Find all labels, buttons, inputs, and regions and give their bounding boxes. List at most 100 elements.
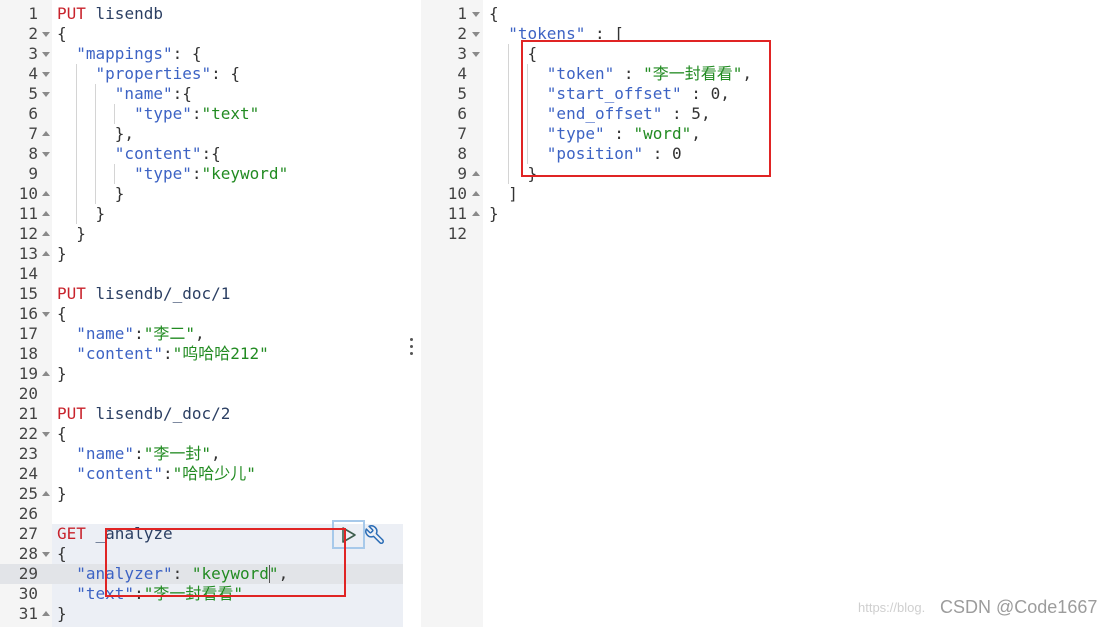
code-token-punct: { — [57, 424, 67, 443]
code-token-punct: , — [194, 324, 205, 343]
code-line[interactable]: "content":"呜哈哈212" — [57, 344, 269, 364]
vertical-ellipsis-icon — [410, 338, 414, 356]
code-line[interactable]: GET _analyze — [57, 524, 173, 544]
code-token-punct: : — [134, 584, 144, 603]
code-line[interactable]: } — [57, 244, 67, 264]
code-line[interactable]: PUT lisendb — [57, 4, 163, 24]
code-token-key: "name" — [57, 444, 135, 463]
code-token-key: "type" — [57, 164, 192, 183]
code-line[interactable]: { — [57, 24, 67, 44]
text-cursor — [269, 565, 270, 583]
code-line: "tokens" : [ — [489, 24, 624, 44]
code-token-string: "李一封" — [143, 444, 211, 463]
code-token-key: "mappings" — [57, 44, 173, 63]
code-line[interactable]: "content":"哈哈少儿" — [57, 464, 256, 484]
response-code: { "tokens" : [ { "token" : "李一封看看", "sta… — [421, 0, 1116, 627]
code-token-string: "keyword" — [191, 564, 279, 583]
code-token-string: "李二" — [143, 324, 195, 343]
code-token-punct: } — [57, 184, 125, 203]
code-token-punct: { — [57, 24, 67, 43]
code-token-string: "哈哈少儿" — [172, 464, 256, 483]
code-line: ] — [489, 184, 518, 204]
code-token-string: "keyword" — [201, 164, 289, 183]
code-line[interactable]: "name":"李一封", — [57, 444, 220, 464]
code-line[interactable]: "name":"李二", — [57, 324, 205, 344]
code-line: "start_offset" : 0, — [489, 84, 730, 104]
code-token-key: "tokens" — [489, 24, 586, 43]
code-line[interactable]: "name":{ — [57, 84, 192, 104]
code-line[interactable]: } — [57, 204, 106, 224]
code-token-punct: : — [172, 564, 192, 583]
code-line[interactable]: PUT lisendb/_doc/2 — [57, 404, 230, 424]
code-line[interactable]: "mappings": { — [57, 44, 201, 64]
code-line[interactable]: "type":"text" — [57, 104, 259, 124]
code-token-punct: : { — [211, 64, 241, 83]
code-token-punct: , — [700, 104, 711, 123]
code-token-method: PUT — [57, 284, 86, 303]
code-token-punct: , — [278, 564, 289, 583]
code-token-punct: : — [162, 344, 173, 363]
code-token-punct: , — [742, 64, 753, 83]
code-line: "position" : 0 — [489, 144, 682, 164]
code-token-punct: : — [681, 84, 711, 103]
code-line: } — [489, 204, 499, 224]
code-token-punct: } — [57, 364, 67, 383]
code-line: { — [489, 44, 538, 64]
code-token-punct: { — [57, 544, 67, 563]
watermark-author: CSDN @Code1667 — [940, 597, 1098, 617]
code-line: "token" : "李一封看看", — [489, 64, 752, 84]
code-token-punct: , — [720, 84, 730, 103]
code-token-key: "content" — [57, 464, 163, 483]
code-token-key: "name" — [57, 84, 173, 103]
wrench-icon — [365, 525, 384, 544]
code-token-method: PUT — [57, 4, 86, 23]
request-editor[interactable]: 1 2 3 4 5 6 7 8 9 10 11 12 13 14 15 16 17 18 19 20 21 22 23 24 2… — [0, 0, 403, 627]
code-line[interactable]: } — [57, 224, 86, 244]
code-line[interactable]: } — [57, 604, 67, 624]
code-line[interactable]: } — [57, 184, 125, 204]
code-line[interactable]: "properties": { — [57, 64, 241, 84]
code-line[interactable]: { — [57, 424, 67, 444]
code-token-key: "end_offset" — [489, 104, 663, 123]
play-icon — [341, 526, 356, 543]
run-request-button[interactable] — [332, 520, 365, 549]
code-token-punct: : — [191, 104, 202, 123]
code-line[interactable]: "analyzer": "keyword", — [57, 564, 288, 584]
code-token-key: "properties" — [57, 64, 212, 83]
code-token-method: PUT — [57, 404, 86, 423]
code-line[interactable]: "text":"李一封看看" — [57, 584, 243, 604]
code-line[interactable]: "content":{ — [57, 144, 221, 164]
code-token-punct: { — [489, 4, 499, 23]
code-line[interactable]: }, — [57, 124, 134, 144]
code-token-url: lisendb — [85, 4, 163, 23]
code-token-key: "start_offset" — [489, 84, 682, 103]
code-line[interactable]: } — [57, 364, 67, 384]
code-token-punct: } — [57, 484, 67, 503]
code-line[interactable]: "type":"keyword" — [57, 164, 288, 184]
code-line[interactable]: PUT lisendb/_doc/1 — [57, 284, 230, 304]
code-line[interactable]: { — [57, 304, 67, 324]
code-token-key: "content" — [57, 144, 202, 163]
code-token-punct: : — [614, 64, 644, 83]
code-token-key: "type" — [57, 104, 192, 123]
request-settings-button[interactable] — [364, 524, 386, 546]
code-token-punct: : — [604, 124, 634, 143]
code-token-punct: } — [57, 204, 106, 223]
code-token-url: _analyze — [85, 524, 173, 543]
code-token-string: "李一封看看" — [143, 584, 243, 603]
code-token-punct: : — [662, 104, 692, 123]
code-line[interactable]: { — [57, 544, 67, 564]
code-line[interactable]: } — [57, 484, 67, 504]
code-token-key: "name" — [57, 324, 135, 343]
code-token-key: "type" — [489, 124, 605, 143]
code-line: "type" : "word", — [489, 124, 701, 144]
code-token-punct: , — [691, 124, 701, 143]
code-line: "end_offset" : 5, — [489, 104, 711, 124]
code-token-punct: : — [643, 144, 673, 163]
code-token-key: "token" — [489, 64, 615, 83]
code-token-punct: } — [57, 604, 67, 623]
response-viewer: 1 2 3 4 5 6 7 8 9 10 11 12 { "tokens" : [ { "token"… — [421, 0, 1116, 627]
code-token-punct: { — [57, 304, 67, 323]
code-token-punct: { — [489, 44, 538, 63]
pane-resizer[interactable] — [403, 0, 421, 627]
